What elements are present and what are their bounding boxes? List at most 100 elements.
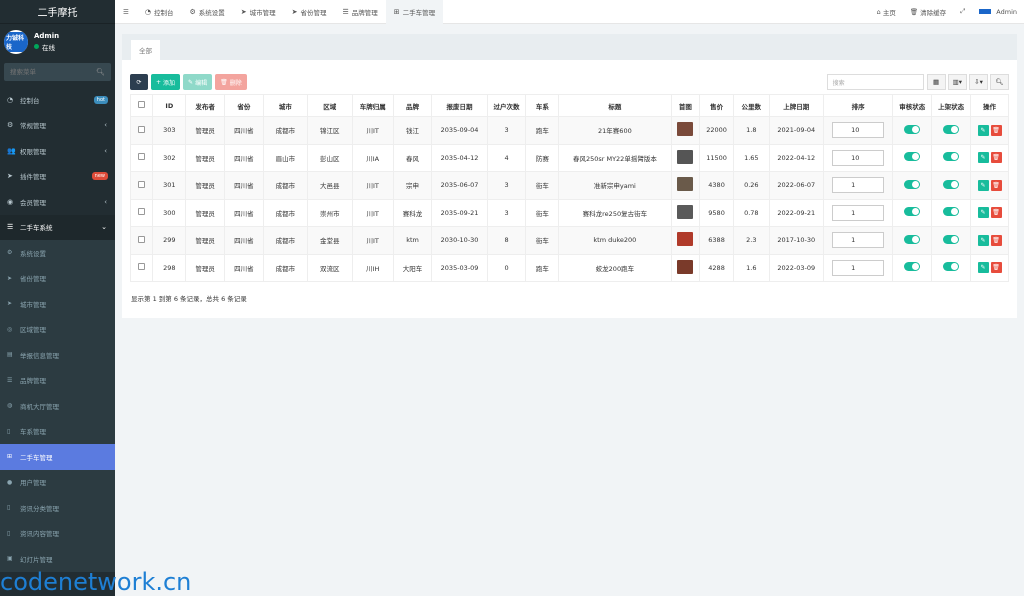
row-select-cell[interactable] bbox=[129, 143, 154, 172]
advanced-search-button[interactable]: 🔍︎ bbox=[990, 74, 1009, 90]
delete-button[interactable]: 🗑︎ 删除 bbox=[215, 74, 247, 90]
sort-input[interactable]: 1 bbox=[832, 232, 885, 249]
home-link[interactable]: ⌂ 主页 bbox=[870, 7, 903, 17]
row-delete-button[interactable]: 🗑︎ bbox=[990, 124, 1002, 136]
row-checkbox[interactable] bbox=[138, 180, 146, 188]
cell-audit-status[interactable] bbox=[892, 116, 933, 145]
sort-input[interactable]: 10 bbox=[832, 149, 885, 166]
sidebar-toggle-button[interactable]: ☰ bbox=[115, 0, 137, 24]
shelf-toggle[interactable] bbox=[943, 234, 960, 244]
sidebar-subitem-11[interactable]: ▯ 资讯内容管理 bbox=[0, 520, 115, 546]
sidebar-subitem-10[interactable]: ▯ 资讯分类管理 bbox=[0, 495, 115, 521]
add-button[interactable]: + 添加 bbox=[151, 74, 181, 90]
sort-input[interactable]: 10 bbox=[832, 122, 885, 139]
motorcycle-thumbnail[interactable] bbox=[677, 232, 694, 247]
row-select-cell[interactable] bbox=[129, 226, 154, 255]
motorcycle-thumbnail[interactable] bbox=[677, 149, 694, 164]
sidebar-subitem-3[interactable]: ◎ 区域管理 bbox=[0, 316, 115, 342]
user-menu[interactable]: Admin bbox=[972, 8, 1024, 16]
row-delete-button[interactable]: 🗑︎ bbox=[990, 179, 1002, 191]
top-tab-3[interactable]: ➤ 省份管理 bbox=[284, 0, 335, 24]
audit-toggle[interactable] bbox=[904, 124, 921, 134]
sort-input[interactable]: 1 bbox=[832, 259, 885, 276]
sidebar-subitem-2[interactable]: ➤ 城市管理 bbox=[0, 291, 115, 317]
sidebar-subitem-9[interactable]: ● 用户管理 bbox=[0, 469, 115, 495]
table-row[interactable]: 300 管理员 四川省 成都市 崇州市 川IT 赛科龙 2035-09-21 3 街车 赛科龙re2… bbox=[129, 198, 1009, 227]
cell-shelf-status[interactable] bbox=[931, 226, 972, 255]
sidebar-item-5[interactable]: ☰ 二手车系统 ⌄ bbox=[0, 214, 115, 240]
row-select-cell[interactable] bbox=[129, 253, 154, 282]
row-checkbox[interactable] bbox=[138, 153, 146, 161]
cell-thumb[interactable] bbox=[670, 143, 701, 172]
select-all-header[interactable] bbox=[129, 94, 154, 117]
audit-toggle[interactable] bbox=[904, 234, 921, 244]
cell-thumb[interactable] bbox=[670, 253, 701, 282]
edit-button[interactable]: ✎ 编辑 bbox=[183, 74, 213, 90]
sidebar-item-0[interactable]: ◔ 控制台 hot bbox=[0, 87, 115, 113]
clear-cache-button[interactable]: 🗑︎ 清除缓存 bbox=[903, 7, 953, 17]
row-delete-button[interactable]: 🗑︎ bbox=[990, 152, 1002, 164]
row-select-cell[interactable] bbox=[129, 171, 154, 200]
menu-search[interactable]: 🔍︎ bbox=[4, 63, 111, 81]
row-edit-button[interactable]: ✎ bbox=[977, 262, 989, 274]
cell-sort[interactable]: 10 bbox=[822, 143, 894, 172]
audit-toggle[interactable] bbox=[904, 207, 921, 217]
audit-toggle[interactable] bbox=[904, 179, 921, 189]
cell-audit-status[interactable] bbox=[892, 253, 933, 282]
search-icon[interactable]: 🔍︎ bbox=[96, 68, 105, 76]
cell-audit-status[interactable] bbox=[892, 226, 933, 255]
cell-shelf-status[interactable] bbox=[931, 143, 972, 172]
shelf-toggle[interactable] bbox=[943, 179, 960, 189]
shelf-toggle[interactable] bbox=[943, 152, 960, 162]
table-row[interactable]: 302 管理员 四川省 眉山市 彭山区 川IA 春风 2035-04-12 4 防赛 春风250sr… bbox=[129, 143, 1009, 172]
row-edit-button[interactable]: ✎ bbox=[977, 207, 989, 219]
sidebar-item-3[interactable]: ➤ 插件管理 new bbox=[0, 164, 115, 190]
sidebar-item-1[interactable]: ⚙ 常规管理 ‹ bbox=[0, 113, 115, 139]
cell-thumb[interactable] bbox=[670, 226, 701, 255]
table-search-input[interactable]: 搜索 bbox=[826, 74, 924, 90]
cell-sort[interactable]: 1 bbox=[822, 171, 894, 200]
row-checkbox[interactable] bbox=[138, 125, 146, 133]
sidebar-subitem-6[interactable]: ◍ 商机大厅管理 bbox=[0, 393, 115, 419]
shelf-toggle[interactable] bbox=[943, 124, 960, 134]
shelf-toggle[interactable] bbox=[943, 207, 960, 217]
row-select-cell[interactable] bbox=[129, 116, 154, 145]
table-row[interactable]: 303 管理员 四川省 成都市 锦江区 川IT 钱江 2035-09-04 3 跑车 21年赛600… bbox=[129, 116, 1009, 145]
row-checkbox[interactable] bbox=[138, 235, 146, 243]
motorcycle-thumbnail[interactable] bbox=[677, 122, 694, 137]
cell-audit-status[interactable] bbox=[892, 198, 933, 227]
row-checkbox[interactable] bbox=[138, 208, 146, 216]
cell-sort[interactable]: 1 bbox=[822, 253, 894, 282]
top-tab-4[interactable]: ☰ 品牌管理 bbox=[334, 0, 385, 24]
motorcycle-thumbnail[interactable] bbox=[677, 259, 694, 274]
sidebar-subitem-4[interactable]: ▤ 举报信息管理 bbox=[0, 342, 115, 368]
cell-shelf-status[interactable] bbox=[931, 116, 972, 145]
columns-button[interactable]: ▥▾ bbox=[947, 74, 967, 90]
select-all-checkbox[interactable] bbox=[138, 101, 146, 108]
top-tab-2[interactable]: ➤ 城市管理 bbox=[233, 0, 284, 24]
cell-sort[interactable]: 1 bbox=[822, 226, 894, 255]
row-delete-button[interactable]: 🗑︎ bbox=[990, 234, 1002, 246]
top-tab-0[interactable]: ◔ 控制台 bbox=[137, 0, 182, 24]
fullscreen-button[interactable]: ⤢ bbox=[953, 7, 972, 16]
menu-icon[interactable]: ☰ bbox=[123, 8, 129, 16]
row-edit-button[interactable]: ✎ bbox=[977, 124, 989, 136]
sort-input[interactable]: 1 bbox=[832, 177, 885, 194]
tab-all[interactable]: 全部 bbox=[131, 40, 160, 60]
row-checkbox[interactable] bbox=[138, 263, 146, 271]
cell-thumb[interactable] bbox=[670, 198, 701, 227]
table-row[interactable]: 301 管理员 四川省 成都市 大邑县 川IT 宗申 2035-06-07 3 街车 准新宗申yam… bbox=[129, 171, 1009, 200]
sidebar-item-2[interactable]: 👥 权限管理 ‹ bbox=[0, 138, 115, 164]
cell-thumb[interactable] bbox=[670, 171, 701, 200]
refresh-button[interactable]: ⟳ bbox=[130, 74, 148, 90]
sidebar-item-4[interactable]: ◉ 会员管理 ‹ bbox=[0, 189, 115, 215]
cell-shelf-status[interactable] bbox=[931, 198, 972, 227]
cell-shelf-status[interactable] bbox=[931, 253, 972, 282]
sidebar-subitem-7[interactable]: ▯ 车系管理 bbox=[0, 418, 115, 444]
menu-search-input[interactable] bbox=[10, 68, 90, 76]
row-edit-button[interactable]: ✎ bbox=[977, 152, 989, 164]
top-tab-5[interactable]: ⊞ 二手车管理 bbox=[385, 0, 444, 24]
shelf-toggle[interactable] bbox=[943, 262, 960, 272]
top-tab-1[interactable]: ⚙ 系统设置 bbox=[181, 0, 232, 24]
audit-toggle[interactable] bbox=[904, 262, 921, 272]
